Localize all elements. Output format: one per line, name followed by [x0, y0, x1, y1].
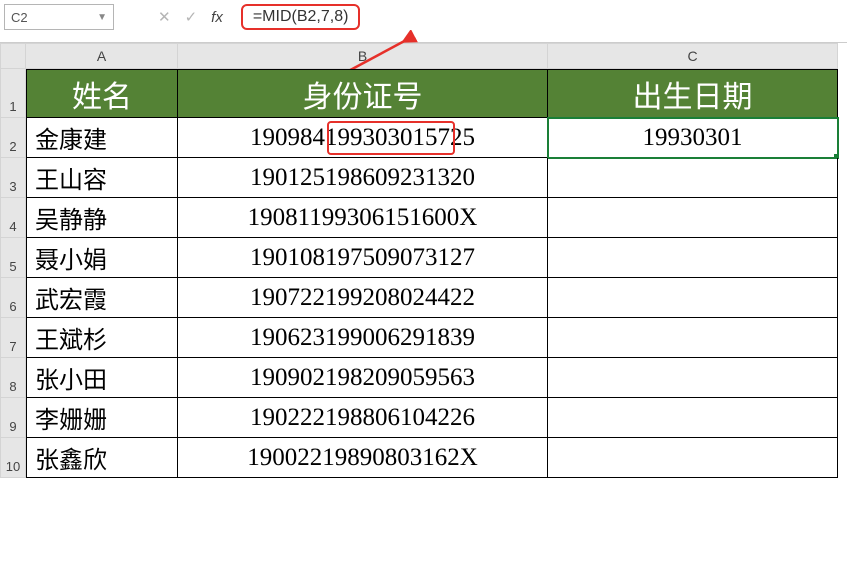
row-header-7[interactable]: 7 [0, 318, 26, 358]
formula-text: =MID(B2,7,8) [253, 8, 349, 25]
formula-bar-icons: ✕ ✓ fx [158, 8, 223, 26]
col-header-a[interactable]: A [26, 43, 178, 69]
cell-c2-value: 19930301 [643, 124, 743, 152]
table-row: 聂小娟 190108197509073127 [26, 238, 847, 278]
cell-a7[interactable]: 王斌杉 [26, 318, 178, 358]
cell-b10[interactable]: 19002219890803162X [178, 438, 548, 478]
table-row: 武宏霞 190722199208024422 [26, 278, 847, 318]
column-headers: A B C [26, 43, 847, 69]
grid: A B C 姓名 身份证号 出生日期 金康建 19098419930301572… [26, 43, 847, 478]
cancel-icon[interactable]: ✕ [158, 8, 171, 26]
cell-c8[interactable] [548, 358, 838, 398]
row-header-1[interactable]: 1 [0, 69, 26, 118]
cell-c6[interactable] [548, 278, 838, 318]
formula-input[interactable]: =MID(B2,7,8) [241, 4, 361, 30]
accept-icon[interactable]: ✓ [185, 8, 198, 26]
cell-b4[interactable]: 19081199306151600X [178, 198, 548, 238]
cell-b3[interactable]: 190125198609231320 [178, 158, 548, 198]
name-box-value: C2 [11, 10, 28, 25]
fx-icon[interactable]: fx [211, 9, 223, 26]
row-header-9[interactable]: 9 [0, 398, 26, 438]
cell-a8[interactable]: 张小田 [26, 358, 178, 398]
cell-a9[interactable]: 李姗姗 [26, 398, 178, 438]
table-row: 金康建 190984199303015725 19930301 [26, 118, 847, 158]
cell-a10[interactable]: 张鑫欣 [26, 438, 178, 478]
cell-a5[interactable]: 聂小娟 [26, 238, 178, 278]
row-header-2[interactable]: 2 [0, 118, 26, 158]
cell-a1[interactable]: 姓名 [26, 69, 178, 118]
select-all-corner[interactable] [0, 43, 26, 69]
cell-c9[interactable] [548, 398, 838, 438]
cell-a6[interactable]: 武宏霞 [26, 278, 178, 318]
table-row: 张鑫欣 19002219890803162X [26, 438, 847, 478]
table-row: 吴静静 19081199306151600X [26, 198, 847, 238]
cell-b6[interactable]: 190722199208024422 [178, 278, 548, 318]
col-header-b[interactable]: B [178, 43, 548, 69]
cell-a3[interactable]: 王山容 [26, 158, 178, 198]
cell-c2[interactable]: 19930301 [548, 118, 838, 158]
cell-b5[interactable]: 190108197509073127 [178, 238, 548, 278]
name-box-dropdown-icon[interactable]: ▼ [97, 12, 107, 23]
cell-c4[interactable] [548, 198, 838, 238]
cell-b9[interactable]: 190222198806104226 [178, 398, 548, 438]
table-row: 张小田 190902198209059563 [26, 358, 847, 398]
row-header-10[interactable]: 10 [0, 438, 26, 478]
cell-c1[interactable]: 出生日期 [548, 69, 838, 118]
spreadsheet: 1 2 3 4 5 6 7 8 9 10 A B C 姓名 身份证号 出生日期 … [0, 43, 847, 478]
cell-a4[interactable]: 吴静静 [26, 198, 178, 238]
name-box[interactable]: C2 ▼ [4, 4, 114, 30]
cell-c7[interactable] [548, 318, 838, 358]
cell-b8[interactable]: 190902198209059563 [178, 358, 548, 398]
table-row: 李姗姗 190222198806104226 [26, 398, 847, 438]
cell-b2-value: 190984199303015725 [250, 124, 475, 152]
row-headers: 1 2 3 4 5 6 7 8 9 10 [0, 43, 26, 478]
cell-c3[interactable] [548, 158, 838, 198]
table-row: 姓名 身份证号 出生日期 [26, 69, 847, 118]
cell-b1[interactable]: 身份证号 [178, 69, 548, 118]
cell-a2[interactable]: 金康建 [26, 118, 178, 158]
cell-b2[interactable]: 190984199303015725 [178, 118, 548, 158]
row-header-4[interactable]: 4 [0, 198, 26, 238]
row-header-6[interactable]: 6 [0, 278, 26, 318]
row-header-3[interactable]: 3 [0, 158, 26, 198]
cell-c5[interactable] [548, 238, 838, 278]
row-header-8[interactable]: 8 [0, 358, 26, 398]
row-header-5[interactable]: 5 [0, 238, 26, 278]
table-row: 王山容 190125198609231320 [26, 158, 847, 198]
col-header-c[interactable]: C [548, 43, 838, 69]
table-row: 王斌杉 190623199006291839 [26, 318, 847, 358]
formula-bar: C2 ▼ ✕ ✓ fx =MID(B2,7,8) [0, 0, 847, 43]
cell-b7[interactable]: 190623199006291839 [178, 318, 548, 358]
cell-c10[interactable] [548, 438, 838, 478]
